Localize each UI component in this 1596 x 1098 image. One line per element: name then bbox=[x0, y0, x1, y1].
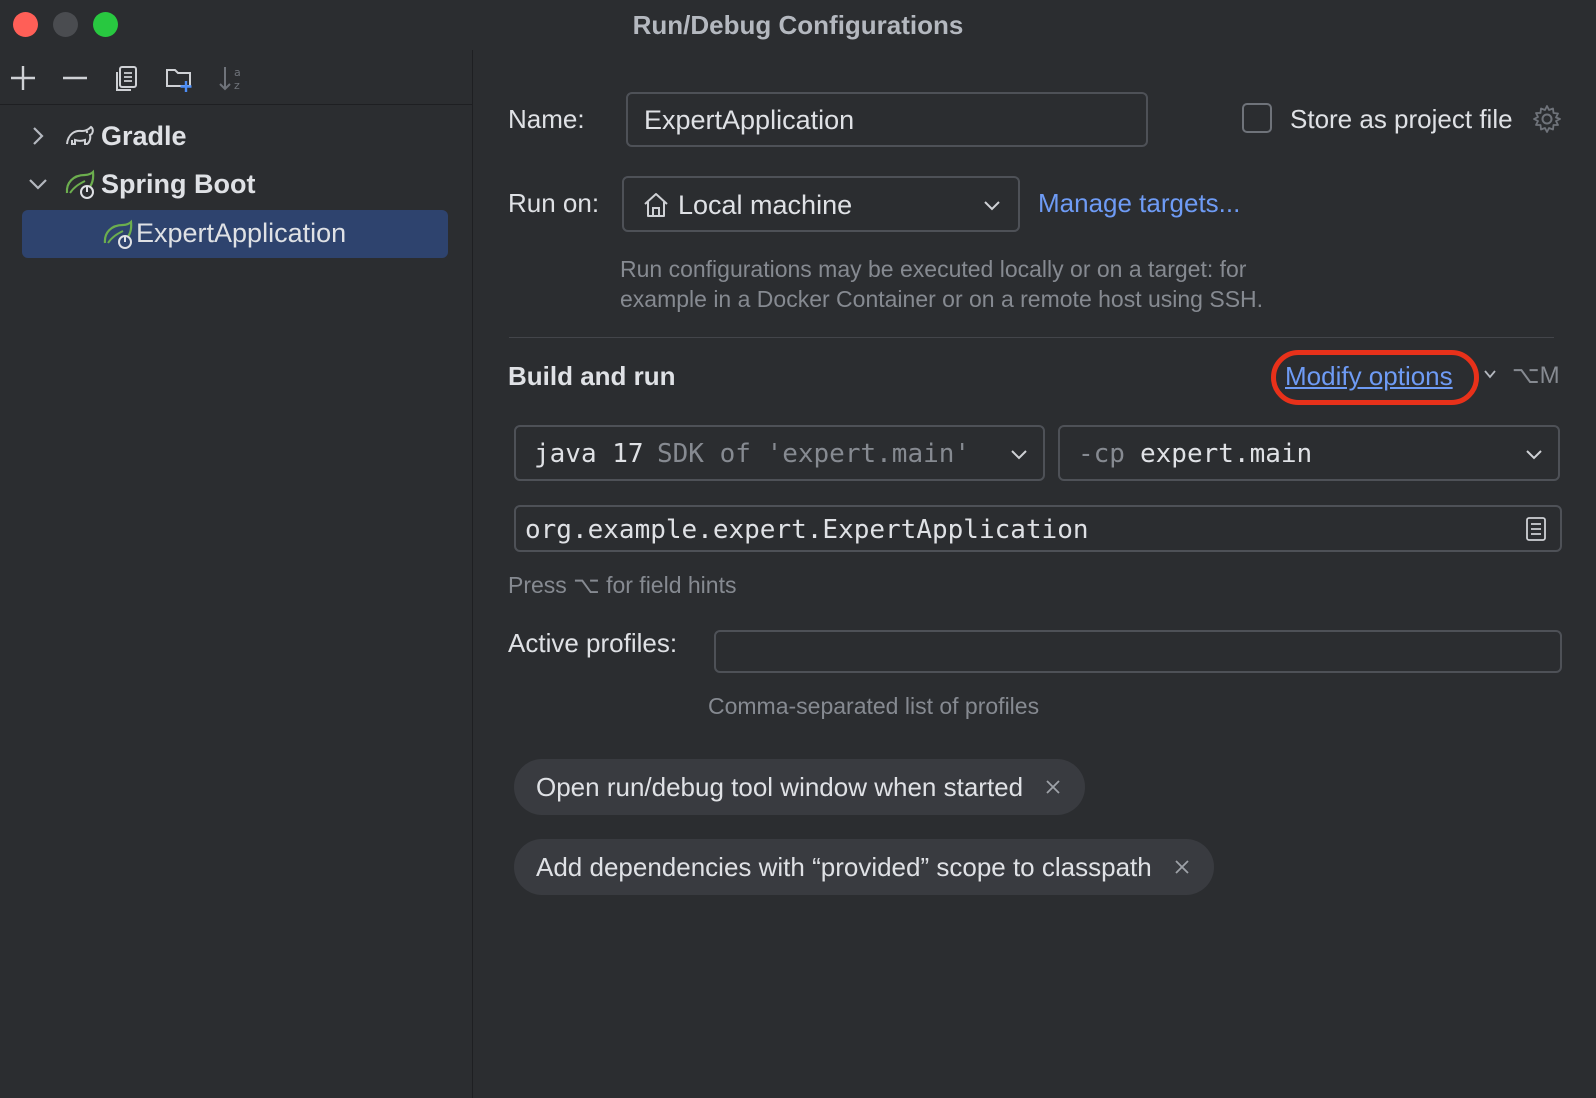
run-on-value: Local machine bbox=[678, 190, 853, 220]
name-field[interactable]: ExpertApplication bbox=[626, 92, 1148, 147]
sort-icon: az bbox=[219, 66, 241, 92]
modify-options-link[interactable]: Modify options bbox=[1285, 361, 1453, 392]
run-on-dropdown[interactable]: Local machine bbox=[622, 176, 1020, 232]
close-icon[interactable] bbox=[1043, 777, 1063, 797]
option-chip-open-tool-window[interactable]: Open run/debug tool window when started bbox=[514, 759, 1086, 815]
sidebar-toolbar: az bbox=[0, 50, 473, 105]
option-chip-provided-scope[interactable]: Add dependencies with “provided” scope t… bbox=[514, 839, 1214, 895]
title-bar: Run/Debug Configurations bbox=[0, 0, 1596, 50]
run-on-hint-line-1: Run configurations may be executed local… bbox=[620, 256, 1247, 282]
svg-text:a: a bbox=[234, 66, 241, 79]
store-as-project-file-label: Store as project file bbox=[1290, 104, 1513, 134]
copy-configuration-button[interactable] bbox=[110, 61, 144, 95]
store-as-project-file-checkbox[interactable] bbox=[1242, 103, 1272, 133]
chevron-down-icon[interactable] bbox=[1483, 367, 1497, 381]
remove-icon bbox=[63, 76, 87, 80]
main-class-value: org.example.expert.ExpertApplication bbox=[525, 515, 1089, 545]
copy-icon bbox=[116, 66, 137, 91]
chevron-down-icon[interactable] bbox=[26, 172, 50, 196]
configuration-editor: Name: ExpertApplication Store as project… bbox=[474, 50, 1596, 1098]
jdk-dropdown[interactable]: java 17 SDK of 'expert.main' bbox=[514, 425, 1045, 481]
sort-button[interactable]: az bbox=[215, 61, 249, 95]
section-divider bbox=[509, 337, 1554, 338]
field-hints-text: Press ⌥ for field hints bbox=[508, 572, 737, 598]
chevron-down-icon bbox=[1526, 450, 1542, 460]
run-on-hint-line-2: example in a Docker Container or on a re… bbox=[620, 286, 1264, 312]
new-folder-icon bbox=[166, 69, 192, 92]
new-folder-button[interactable] bbox=[162, 61, 196, 95]
option-chip-label: Add dependencies with “provided” scope t… bbox=[536, 851, 1152, 882]
manage-targets-link[interactable]: Manage targets... bbox=[1038, 188, 1240, 219]
tree-item-expert-application[interactable]: ExpertApplication bbox=[22, 210, 448, 258]
remove-configuration-button[interactable] bbox=[58, 61, 92, 95]
gear-icon[interactable] bbox=[1532, 104, 1562, 134]
tree-item-label: Gradle bbox=[101, 120, 187, 151]
close-icon[interactable] bbox=[1172, 857, 1192, 877]
spring-boot-icon bbox=[65, 169, 95, 199]
tree-item-label: Spring Boot bbox=[101, 168, 256, 199]
svg-text:z: z bbox=[234, 79, 240, 92]
active-profiles-hint: Comma-separated list of profiles bbox=[708, 693, 1040, 719]
tree-item-gradle[interactable]: Gradle bbox=[0, 113, 473, 159]
spring-boot-icon bbox=[103, 219, 133, 249]
add-icon bbox=[11, 66, 35, 90]
active-profiles-field[interactable] bbox=[714, 630, 1562, 673]
name-label: Name: bbox=[508, 104, 585, 134]
main-class-field[interactable]: org.example.expert.ExpertApplication bbox=[514, 505, 1562, 552]
add-configuration-button[interactable] bbox=[6, 61, 40, 95]
active-profiles-label: Active profiles: bbox=[508, 628, 678, 658]
modify-options-shortcut: ⌥M bbox=[1512, 362, 1560, 389]
jdk-value: java 17 bbox=[534, 439, 644, 469]
classpath-module-dropdown[interactable]: -cp expert.main bbox=[1058, 425, 1560, 481]
home-icon bbox=[644, 193, 668, 217]
chevron-down-icon bbox=[984, 201, 1000, 211]
gradle-icon bbox=[66, 125, 94, 145]
name-field-value: ExpertApplication bbox=[644, 105, 855, 135]
configurations-sidebar: az Gradle Spring Boot ExpertApplication bbox=[0, 50, 473, 1098]
option-chip-label: Open run/debug tool window when started bbox=[536, 771, 1024, 802]
run-on-label: Run on: bbox=[508, 188, 600, 218]
classpath-value: expert.main bbox=[1140, 439, 1313, 469]
chevron-down-icon bbox=[1011, 450, 1027, 460]
window-title: Run/Debug Configurations bbox=[632, 10, 964, 40]
browse-class-icon[interactable] bbox=[1522, 515, 1550, 543]
tree-item-label: ExpertApplication bbox=[136, 218, 347, 248]
classpath-flag: -cp bbox=[1078, 439, 1125, 469]
chevron-right-icon[interactable] bbox=[26, 124, 50, 148]
tree-item-spring-boot[interactable]: Spring Boot bbox=[0, 161, 473, 207]
build-and-run-heading: Build and run bbox=[508, 361, 676, 391]
jdk-detail: SDK of 'expert.main' bbox=[657, 439, 971, 469]
